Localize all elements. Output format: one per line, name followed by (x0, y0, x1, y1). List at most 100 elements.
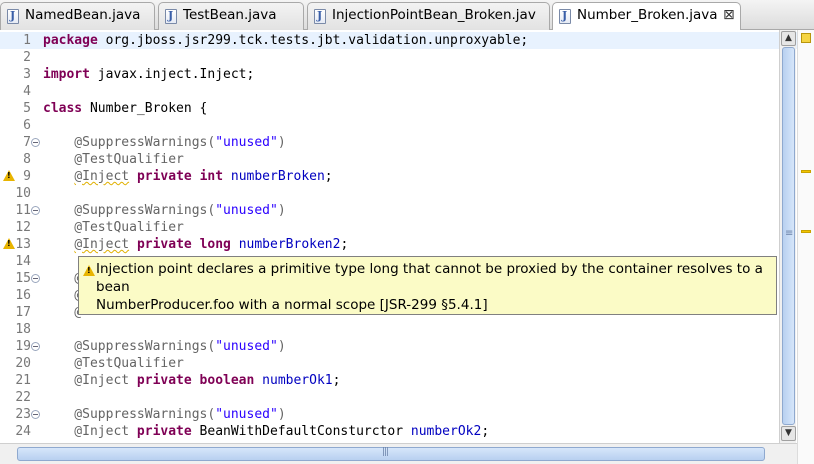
line-number: 4 (23, 84, 31, 99)
code-token: numberBroken2 (238, 237, 341, 252)
line-number: 18 (15, 322, 31, 337)
code-token: ; (332, 373, 341, 388)
code-token: @Inject (74, 237, 130, 252)
overview-ruler[interactable] (797, 30, 814, 464)
line-number: 16 (15, 288, 31, 303)
code-line[interactable]: 21 @Inject private boolean numberOk1; (0, 372, 797, 389)
code-line[interactable]: 20 @TestQualifier (0, 355, 797, 372)
code-token: import (43, 67, 90, 82)
code-line[interactable]: 3 import javax.inject.Inject; (0, 66, 797, 83)
line-number: 23 (15, 407, 31, 422)
code-token: org.jboss.jsr299.tck.tests.jbt.validatio… (97, 33, 529, 48)
collapse-fold-icon[interactable] (31, 206, 40, 215)
code-line[interactable]: 12 @TestQualifier (0, 219, 797, 236)
code-token: numberOk2 (410, 424, 482, 439)
code-line[interactable]: 24 @Inject private BeanWithDefaultConstu… (0, 423, 797, 440)
line-number: 8 (23, 152, 31, 167)
java-file-icon (314, 9, 326, 24)
horizontal-scrollbar[interactable] (0, 443, 797, 464)
code-text: package org.jboss.jsr299.tck.tests.jbt.v… (43, 32, 528, 49)
code-text: @ (43, 304, 82, 321)
collapse-fold-icon[interactable] (31, 274, 40, 283)
java-file-icon (7, 9, 19, 24)
code-text: @Inject private int numberBroken; (43, 168, 333, 185)
code-text: @TestQualifier (43, 219, 184, 236)
code-text: @ (43, 270, 82, 287)
vertical-scrollbar[interactable]: ▲ ▼ (779, 30, 796, 443)
line-number: 19 (15, 339, 31, 354)
code-token: private (136, 237, 192, 252)
code-line[interactable]: 5 class Number_Broken { (0, 100, 797, 117)
code-editor[interactable]: 1 package org.jboss.jsr299.tck.tests.jbt.… (0, 30, 797, 464)
code-token: long (199, 237, 231, 252)
code-line[interactable]: 6 (0, 117, 797, 134)
warning-marker[interactable] (801, 170, 811, 173)
scroll-down-button[interactable]: ▼ (781, 426, 796, 441)
line-number: 2 (23, 50, 31, 65)
code-text: @TestQualifier (43, 151, 184, 168)
code-token: @TestQualifier (43, 152, 184, 167)
collapse-fold-icon[interactable] (31, 410, 40, 419)
line-number: 13 (15, 237, 31, 252)
code-line[interactable]: 7 @SuppressWarnings("unused") (0, 134, 797, 151)
tab-number-broken[interactable]: Number_Broken.java ⊠ (552, 2, 741, 31)
warning-summary-icon (801, 33, 811, 43)
code-line[interactable]: 11 @SuppressWarnings("unused") (0, 202, 797, 219)
code-token: "unused" (215, 407, 278, 422)
code-text: @SuppressWarnings("unused") (43, 134, 285, 151)
code-token: numberBroken (230, 169, 325, 184)
code-token: @SuppressWarnings( (43, 203, 216, 218)
code-token: javax.inject.Inject; (89, 67, 255, 82)
line-number: 24 (15, 424, 31, 439)
code-token: @Inject (43, 424, 130, 439)
code-line[interactable]: 23 @SuppressWarnings("unused") (0, 406, 797, 423)
code-token: int (199, 169, 224, 184)
close-tab-icon[interactable]: ⊠ (723, 7, 735, 23)
line-number: 6 (23, 118, 31, 133)
code-line[interactable]: 22 (0, 389, 797, 406)
horizontal-scroll-thumb[interactable] (17, 447, 765, 461)
code-line[interactable]: 13 @Inject private long numberBroken2; (0, 236, 797, 253)
java-file-icon (165, 9, 177, 24)
code-token: ) (277, 407, 286, 422)
code-line[interactable]: 2 (0, 49, 797, 66)
code-line[interactable]: 8 @TestQualifier (0, 151, 797, 168)
collapse-fold-icon[interactable] (31, 342, 40, 351)
code-line[interactable]: 4 (0, 83, 797, 100)
code-token: @SuppressWarnings( (43, 339, 216, 354)
warning-marker[interactable] (801, 230, 811, 233)
line-number: 5 (23, 101, 31, 116)
code-token: Number_Broken { (82, 101, 208, 116)
line-number: 10 (15, 186, 31, 201)
code-token: @ (43, 271, 83, 286)
tab-named-bean[interactable]: NamedBean.java (0, 2, 155, 30)
vertical-scroll-thumb[interactable] (782, 47, 795, 425)
tab-test-bean[interactable]: TestBean.java (158, 2, 304, 30)
tab-injection-point-bean-broken[interactable]: InjectionPointBean_Broken.jav (307, 2, 550, 30)
code-line[interactable]: 9 @Inject private int numberBroken; (0, 168, 797, 185)
line-number: 17 (15, 305, 31, 320)
code-text: class Number_Broken { (43, 100, 207, 117)
code-text: @Inject private long numberBroken2; (43, 236, 348, 253)
warning-icon (83, 265, 95, 276)
collapse-fold-icon[interactable] (31, 138, 40, 147)
code-text: @SuppressWarnings("unused") (43, 406, 286, 423)
tooltip-line-2: NumberProducer.foo with a normal scope [… (96, 297, 488, 313)
code-token: ; (324, 169, 333, 184)
code-token: class (43, 101, 83, 116)
code-token: @Inject (43, 373, 130, 388)
tab-label: TestBean.java (183, 7, 277, 23)
code-token: @TestQualifier (43, 220, 184, 235)
code-line[interactable]: 1 package org.jboss.jsr299.tck.tests.jbt.… (0, 32, 797, 49)
line-number: 15 (15, 271, 31, 286)
code-line[interactable]: 18 (0, 321, 797, 338)
code-token: ; (340, 237, 349, 252)
code-line[interactable]: 19 @SuppressWarnings("unused") (0, 338, 797, 355)
code-line[interactable]: 10 (0, 185, 797, 202)
scroll-up-button[interactable]: ▲ (781, 31, 796, 46)
